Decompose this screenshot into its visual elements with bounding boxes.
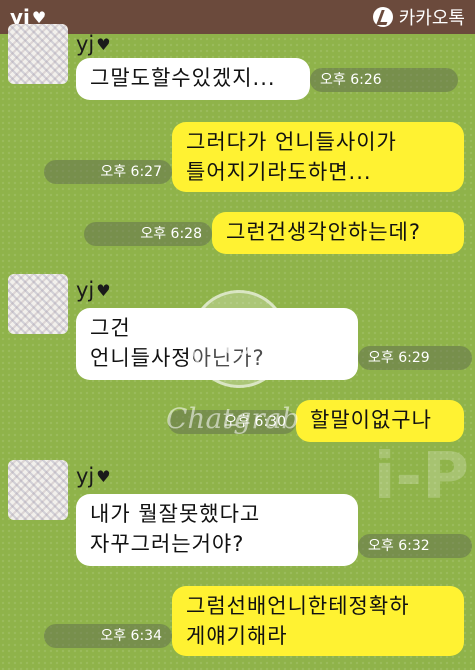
top-bar: yj ♥ 카카오톡 <box>0 0 475 34</box>
message-line: 내가 뭘잘못했다고 <box>90 502 261 526</box>
message-line: 할말이없구나 <box>310 408 432 432</box>
heart-icon: ♥ <box>96 34 111 54</box>
sender-label: yj <box>76 278 95 302</box>
message-bubble-incoming[interactable]: 내가 뭘잘못했다고 자꾸그러는거야? <box>76 494 358 566</box>
message-line: 그런건생각안하는데? <box>226 220 422 244</box>
message-line: 그럼선배언니한테정확하 <box>186 594 410 618</box>
message-bubble-incoming[interactable]: 그말도할수있겠지... <box>76 58 310 100</box>
sender-name: yj ♥ <box>76 278 111 302</box>
message-bubble-incoming[interactable]: 그건 언니들사정아닌가? <box>76 308 358 380</box>
message-line: 그건 <box>90 316 131 340</box>
avatar[interactable] <box>8 460 68 520</box>
message-time: 오후 6:32 <box>358 534 472 558</box>
message-bubble-outgoing[interactable]: 할말이없구나 <box>296 400 464 442</box>
background-decoration: i-P <box>373 440 469 514</box>
sender-name: yj ♥ <box>76 32 111 56</box>
brand-label: 카카오톡 <box>398 8 465 29</box>
message-line: 언니들사정아닌가? <box>90 346 265 370</box>
message-time: 오후 6:29 <box>358 346 472 370</box>
message-line: 자꾸그러는거야? <box>90 532 245 556</box>
kakaotalk-logo-icon <box>372 7 393 27</box>
message-time: 오후 6:30 <box>168 410 296 434</box>
message-time: 오후 6:28 <box>84 222 212 246</box>
sender-label: yj <box>76 464 95 488</box>
brand: 카카오톡 <box>372 4 465 30</box>
avatar[interactable] <box>8 24 68 84</box>
message-line: 그러다가 언니들사이가 <box>186 130 397 154</box>
message-bubble-outgoing[interactable]: 그런건생각안하는데? <box>212 212 464 254</box>
heart-icon: ♥ <box>96 280 111 300</box>
message-bubble-outgoing[interactable]: 그러다가 언니들사이가 틀어지기라도하면... <box>172 122 464 192</box>
message-line: 틀어지기라도하면... <box>186 160 372 184</box>
message-line: 그말도할수있겠지... <box>90 66 276 90</box>
avatar[interactable] <box>8 274 68 334</box>
message-time: 오후 6:26 <box>310 68 458 92</box>
heart-icon: ♥ <box>96 466 111 486</box>
message-bubble-outgoing[interactable]: 그럼선배언니한테정확하 게얘기해라 <box>172 586 464 656</box>
message-time: 오후 6:27 <box>44 160 172 184</box>
message-line: 게얘기해라 <box>186 624 288 648</box>
message-time: 오후 6:34 <box>44 624 172 648</box>
sender-label: yj <box>76 32 95 56</box>
sender-name: yj ♥ <box>76 464 111 488</box>
